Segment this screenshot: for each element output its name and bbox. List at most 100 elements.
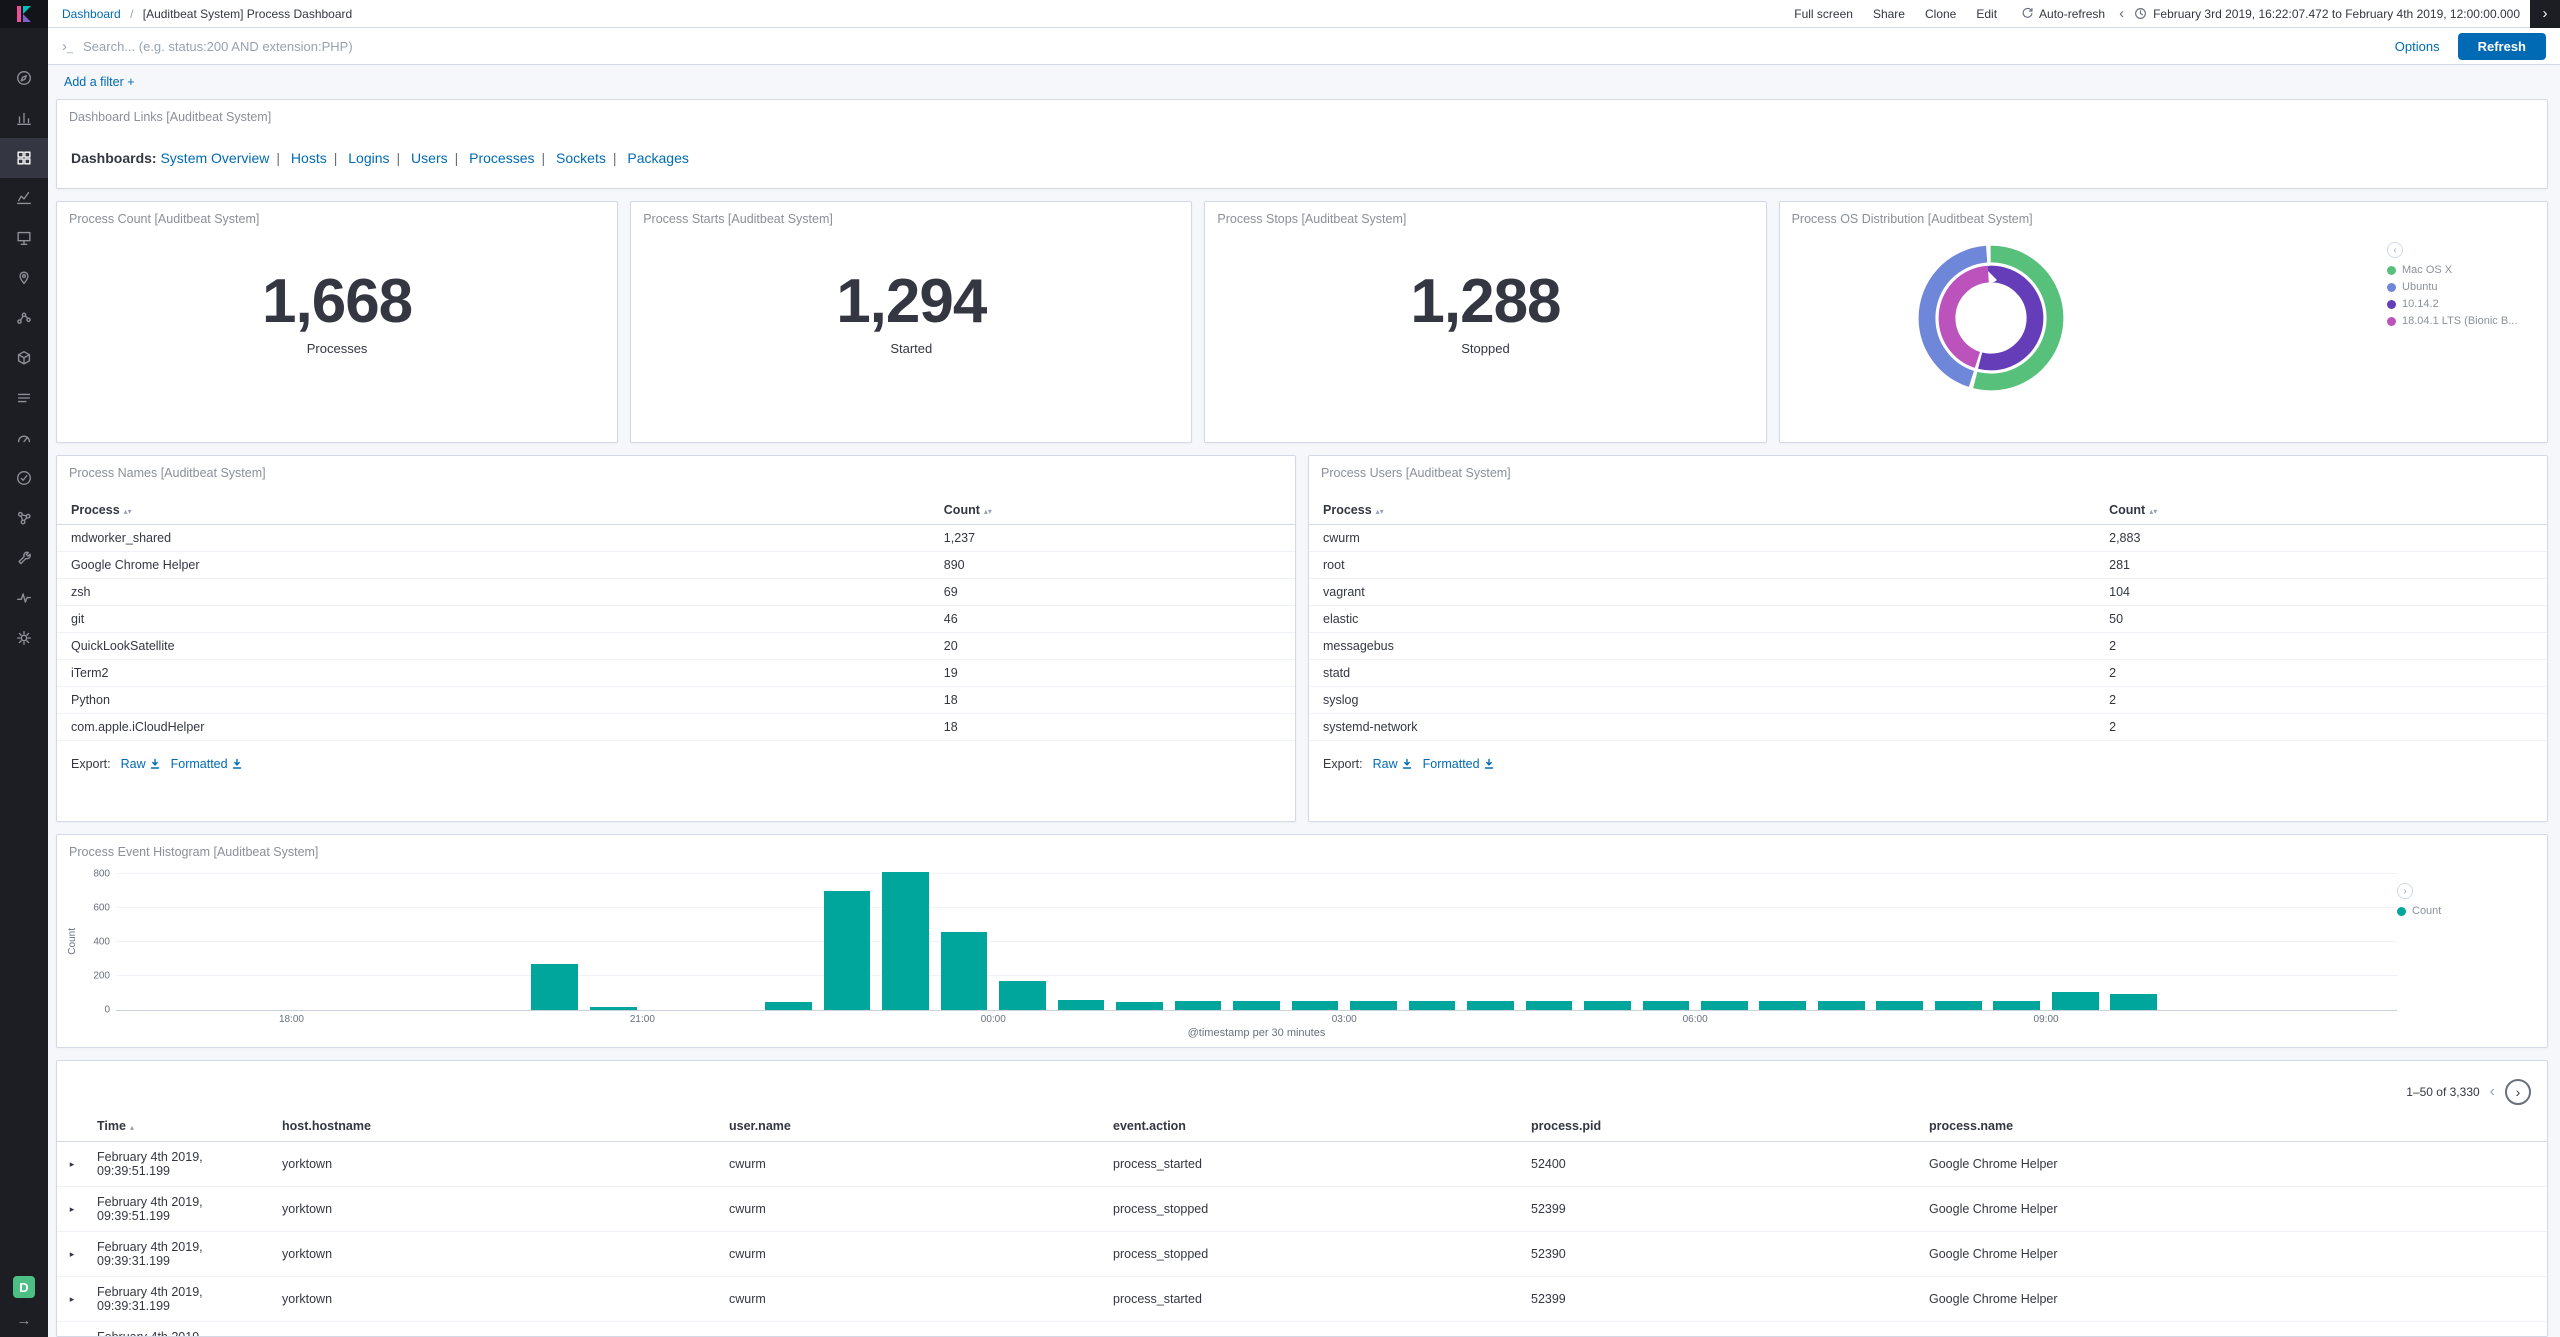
histogram-bar[interactable] (1584, 1001, 1631, 1010)
sidebar-item-machine-learning[interactable] (0, 298, 48, 338)
histogram-bar[interactable] (2051, 992, 2099, 1010)
legend-toggle-icon[interactable]: ‹ (2387, 242, 2404, 258)
histogram-bar[interactable] (882, 871, 929, 1010)
cell-count: 2 (2095, 659, 2547, 687)
space-avatar[interactable]: D (13, 1276, 35, 1298)
column-header-process[interactable]: Process ▴▾ (57, 496, 930, 525)
panel-title: Process OS Distribution [Auditbeat Syste… (1791, 212, 2033, 226)
column-header-action[interactable]: event.action (1103, 1111, 1521, 1142)
cell-process: mdworker_shared (57, 524, 930, 552)
sidebar-item-uptime[interactable] (0, 458, 48, 498)
cell-process: Google Chrome Helper (57, 551, 930, 579)
search-input[interactable] (83, 38, 2395, 54)
sidebar-item-visualize[interactable] (0, 98, 48, 138)
legend-item-count[interactable]: Count (2397, 905, 2525, 917)
link-logins[interactable]: Logins (348, 150, 389, 166)
histogram-bar[interactable] (1408, 1000, 1456, 1010)
expand-nav-button[interactable]: → (17, 1312, 32, 1329)
export-formatted-link[interactable]: Formatted (171, 757, 243, 771)
histogram-bar[interactable] (1817, 1001, 1865, 1010)
column-header-count[interactable]: Count ▴▾ (929, 496, 1295, 525)
column-header-time[interactable]: Time ▴ (87, 1111, 272, 1142)
link-processes[interactable]: Processes (469, 150, 534, 166)
sidebar-item-graph[interactable] (0, 498, 48, 538)
sidebar-item-infrastructure[interactable] (0, 338, 48, 378)
legend-item-18041[interactable]: 18.04.1 LTS (Bionic B... (2387, 315, 2535, 327)
histogram-bar[interactable] (1174, 1000, 1222, 1010)
sidebar-item-timelion[interactable] (0, 178, 48, 218)
histogram-bar[interactable] (1233, 1001, 1280, 1010)
histogram-bar[interactable] (1759, 1001, 1807, 1010)
histogram-bar[interactable] (1934, 1001, 1982, 1010)
expand-row-icon[interactable]: ▸ (57, 1231, 87, 1277)
expand-row-icon[interactable]: ▸ (57, 1141, 87, 1187)
histogram-bar[interactable] (999, 981, 1046, 1010)
metric-value: 1,668 (262, 267, 413, 336)
time-range-button[interactable]: February 3rd 2019, 16:22:07.472 to Febru… (2134, 7, 2520, 21)
link-hosts[interactable]: Hosts (291, 150, 327, 166)
breadcrumb-dashboard-link[interactable]: Dashboard (62, 7, 121, 21)
histogram-bar[interactable] (1467, 1001, 1514, 1010)
histogram-bar[interactable] (940, 931, 988, 1010)
auto-refresh-button[interactable]: Auto-refresh (2021, 7, 2105, 21)
column-header-count[interactable]: Count ▴▾ (2095, 496, 2547, 525)
export-raw-link[interactable]: Raw (1373, 757, 1413, 771)
expand-row-icon[interactable]: ▸ (57, 1186, 87, 1232)
sidebar-item-apm[interactable] (0, 418, 48, 458)
histogram-bar[interactable] (1291, 1000, 1339, 1010)
share-button[interactable]: Share (1873, 7, 1905, 21)
kibana-logo[interactable] (0, 0, 48, 28)
options-link[interactable]: Options (2395, 39, 2440, 54)
sidebar-item-dashboard[interactable] (0, 138, 48, 178)
sidebar-item-canvas[interactable] (0, 218, 48, 258)
legend-item-ubuntu[interactable]: Ubuntu (2387, 281, 2535, 293)
expand-row-icon[interactable]: ▸ (57, 1321, 87, 1336)
link-sockets[interactable]: Sockets (556, 150, 606, 166)
histogram-bar[interactable] (823, 890, 871, 1010)
histogram-bar[interactable] (589, 1007, 637, 1010)
histogram-bar[interactable] (1993, 1001, 2041, 1010)
download-icon (232, 758, 241, 769)
histogram-bar[interactable] (1116, 1002, 1163, 1010)
add-filter-link[interactable]: Add a filter + (64, 75, 135, 89)
column-header-pid[interactable]: process.pid (1521, 1111, 1919, 1142)
histogram-bar[interactable] (1642, 1000, 1690, 1010)
link-system-overview[interactable]: System Overview (160, 150, 269, 166)
histogram-bar[interactable] (1350, 1001, 1397, 1010)
link-packages[interactable]: Packages (627, 150, 688, 166)
legend-item-10142[interactable]: 10.14.2 (2387, 298, 2535, 310)
column-header-user[interactable]: user.name (719, 1111, 1103, 1142)
time-forward-button[interactable]: › (2530, 0, 2560, 28)
export-formatted-link[interactable]: Formatted (1423, 757, 1495, 771)
sidebar-item-management[interactable] (0, 618, 48, 658)
next-page-button[interactable]: › (2505, 1079, 2531, 1105)
sidebar-item-dev-tools[interactable] (0, 538, 48, 578)
histogram-bar[interactable] (1876, 1000, 1924, 1010)
export-raw-link[interactable]: Raw (121, 757, 161, 771)
clone-button[interactable]: Clone (1925, 7, 1956, 21)
legend-toggle-icon[interactable]: › (2397, 883, 2413, 899)
legend-item-macosx[interactable]: Mac OS X (2387, 264, 2535, 276)
histogram-bar[interactable] (531, 963, 579, 1010)
histogram-bar[interactable] (1525, 1001, 1573, 1010)
full-screen-button[interactable]: Full screen (1794, 7, 1853, 21)
export-row: Export: Raw Formatted (71, 757, 1281, 771)
column-header-process[interactable]: Process ▴▾ (1309, 496, 2096, 525)
column-header-name[interactable]: process.name (1919, 1111, 2547, 1142)
histogram-bar[interactable] (1701, 1001, 1748, 1010)
column-header-host[interactable]: host.hostname (272, 1111, 719, 1142)
sidebar-item-monitoring[interactable] (0, 578, 48, 618)
link-users[interactable]: Users (411, 150, 448, 166)
expand-row-icon[interactable]: ▸ (57, 1276, 87, 1322)
histogram-bar[interactable] (1057, 999, 1105, 1010)
sidebar-item-logs[interactable] (0, 378, 48, 418)
sidebar-item-maps[interactable] (0, 258, 48, 298)
os-legend: ‹ Mac OS X Ubuntu 10.14.2 18.04.1 LTS (B… (2387, 226, 2547, 398)
refresh-button[interactable]: Refresh (2457, 32, 2546, 60)
histogram-bar[interactable] (765, 1002, 812, 1010)
time-back-button[interactable]: ‹ (2119, 5, 2124, 22)
edit-button[interactable]: Edit (1976, 7, 1997, 21)
previous-page-button[interactable]: ‹ (2490, 1083, 2495, 1101)
sidebar-item-discover[interactable] (0, 58, 48, 98)
histogram-bar[interactable] (2110, 993, 2158, 1010)
